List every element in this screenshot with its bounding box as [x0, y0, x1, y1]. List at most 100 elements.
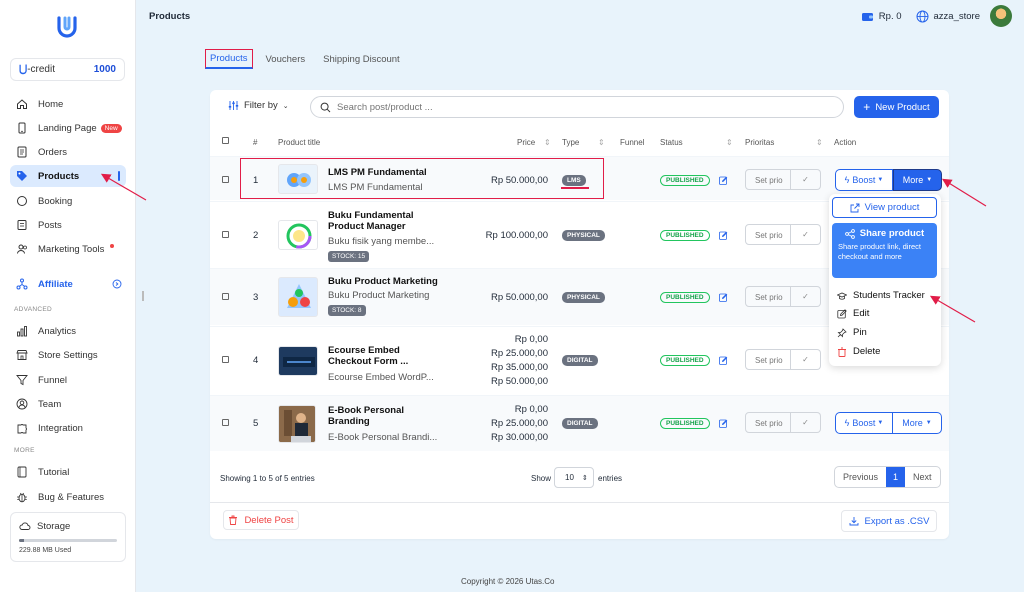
pin-item[interactable]: Pin	[837, 327, 867, 338]
caret-down-icon: ▼	[877, 177, 884, 183]
priority-confirm-button[interactable]: ✓	[791, 286, 821, 307]
edit-icon[interactable]	[719, 356, 728, 365]
product-title[interactable]: E-Book Personal Branding	[328, 405, 433, 427]
more-button[interactable]: More ▼	[893, 169, 942, 191]
delete-label: Delete	[853, 346, 881, 357]
status-badge: PUBLISHED	[660, 418, 710, 429]
sort-icon[interactable]: ⇕	[816, 138, 823, 147]
tab-products[interactable]: Products	[205, 49, 253, 69]
header-priority[interactable]: Prioritas	[745, 138, 774, 147]
product-title[interactable]: Buku Product Marketing	[328, 276, 443, 287]
product-title[interactable]: LMS PM Fundamental	[328, 167, 433, 178]
share-product-button[interactable]: Share product Share product link, direct…	[832, 223, 937, 278]
sidebar-item-team[interactable]: Team	[10, 393, 126, 415]
product-title[interactable]: Buku Fundamental Product Manager	[328, 210, 433, 232]
storage-label: Storage	[37, 520, 71, 532]
arrow-to-more-button	[941, 178, 987, 207]
table-row: 5 E-Book Personal Branding E-Book Person…	[210, 395, 949, 451]
storage-used-text: 229.88 MB Used	[19, 547, 72, 554]
tab-shipping-discount[interactable]: Shipping Discount	[318, 50, 405, 69]
priority-input[interactable]: Set prio	[745, 224, 791, 245]
boost-button[interactable]: ϟ Boost ▼	[835, 412, 893, 434]
type-badge: PHYSICAL	[562, 230, 605, 241]
edit-icon[interactable]	[719, 419, 728, 428]
search-box	[310, 96, 844, 118]
row-number: 1	[253, 175, 259, 186]
sidebar-item-analytics[interactable]: Analytics	[10, 320, 126, 342]
header-price[interactable]: Price	[517, 138, 535, 147]
search-input[interactable]	[337, 101, 817, 113]
sidebar-item-bug-features[interactable]: Bug & Features	[10, 486, 126, 508]
priority-input[interactable]: Set prio	[745, 412, 791, 433]
priority-input[interactable]: Set prio	[745, 349, 791, 370]
book-icon	[17, 466, 27, 478]
priority-confirm-button[interactable]: ✓	[791, 224, 821, 245]
priority-input[interactable]: Set prio	[745, 286, 791, 307]
row-checkbox[interactable]	[222, 419, 229, 426]
select-all-checkbox[interactable]	[222, 137, 229, 144]
row-checkbox[interactable]	[222, 231, 229, 238]
sidebar-item-funnel[interactable]: Funnel	[10, 369, 126, 391]
external-link-icon	[850, 203, 860, 212]
header-type[interactable]: Type	[562, 138, 579, 147]
sidebar-item-landing-page[interactable]: Landing Page New	[10, 117, 126, 139]
edit-item[interactable]: Edit	[837, 308, 869, 319]
store-icon	[16, 350, 28, 360]
notification-dot	[110, 244, 115, 248]
page-size-select[interactable]: 10 ⇕	[554, 467, 594, 488]
credit-box[interactable]: ⋃-credit 1000	[10, 58, 125, 81]
edit-icon[interactable]	[719, 293, 728, 302]
balance-display[interactable]: Rp. 0	[861, 10, 902, 23]
info-circle-icon[interactable]	[112, 279, 122, 289]
sort-icon[interactable]: ⇕	[598, 138, 605, 147]
status-badge: PUBLISHED	[660, 292, 710, 303]
sidebar-item-booking[interactable]: Booking	[10, 190, 126, 212]
sort-icon[interactable]: ⇕	[726, 138, 733, 147]
priority-confirm-button[interactable]: ✓	[791, 412, 821, 433]
sidebar-resize-handle[interactable]	[142, 291, 144, 301]
sidebar-item-orders[interactable]: Orders	[10, 141, 126, 163]
new-product-button[interactable]: + New Product	[854, 96, 939, 118]
sidebar-item-posts[interactable]: Posts	[10, 214, 126, 236]
row-checkbox[interactable]	[222, 356, 229, 363]
avatar[interactable]	[990, 5, 1012, 27]
boost-label: Boost	[852, 418, 876, 428]
store-selector[interactable]: azza_store	[916, 10, 980, 23]
brand-logo-icon[interactable]	[55, 15, 79, 39]
page-button-1[interactable]: 1	[886, 467, 906, 487]
priority-confirm-button[interactable]: ✓	[791, 169, 821, 190]
header-status[interactable]: Status	[660, 138, 683, 147]
sidebar-item-marketing-tools[interactable]: Marketing Tools	[10, 238, 126, 260]
sidebar-item-home[interactable]: Home	[10, 93, 126, 115]
row-checkbox[interactable]	[222, 176, 229, 183]
sidebar-item-products[interactable]: Products	[10, 165, 126, 187]
wallet-icon	[861, 12, 873, 21]
product-subtitle: Ecourse Embed WordP...	[328, 372, 434, 383]
sidebar-item-store-settings[interactable]: Store Settings	[10, 344, 126, 366]
priority-confirm-button[interactable]: ✓	[791, 349, 821, 370]
priority-input[interactable]: Set prio	[745, 169, 791, 190]
row-checkbox[interactable]	[222, 293, 229, 300]
export-csv-button[interactable]: Export as .CSV	[841, 510, 937, 532]
sort-icon[interactable]: ⇕	[544, 138, 551, 147]
previous-button[interactable]: Previous	[835, 467, 886, 487]
next-button[interactable]: Next	[905, 467, 940, 487]
sidebar-item-tutorial[interactable]: Tutorial	[10, 461, 126, 483]
product-thumbnail	[278, 405, 316, 443]
edit-icon[interactable]	[719, 231, 728, 240]
trash-icon	[838, 347, 846, 357]
view-product-button[interactable]: View product	[832, 197, 937, 218]
delete-item[interactable]: Delete	[837, 346, 880, 357]
tab-vouchers[interactable]: Vouchers	[261, 50, 311, 69]
students-tracker-item[interactable]: Students Tracker	[837, 290, 925, 301]
delete-post-button[interactable]: Delete Post	[223, 510, 299, 530]
header-title[interactable]: Product title	[278, 138, 320, 147]
edit-icon[interactable]	[719, 176, 728, 185]
boost-button[interactable]: ϟ Boost ▼	[835, 169, 893, 191]
more-button[interactable]: More ▼	[893, 412, 942, 434]
document-icon	[17, 146, 27, 158]
sidebar-item-integration[interactable]: Integration	[10, 417, 126, 439]
sidebar-item-affiliate[interactable]: Affiliate	[10, 273, 126, 295]
product-title[interactable]: Ecourse Embed Checkout Form ...	[328, 345, 433, 367]
filter-dropdown[interactable]: Filter by ⌄	[228, 100, 289, 111]
